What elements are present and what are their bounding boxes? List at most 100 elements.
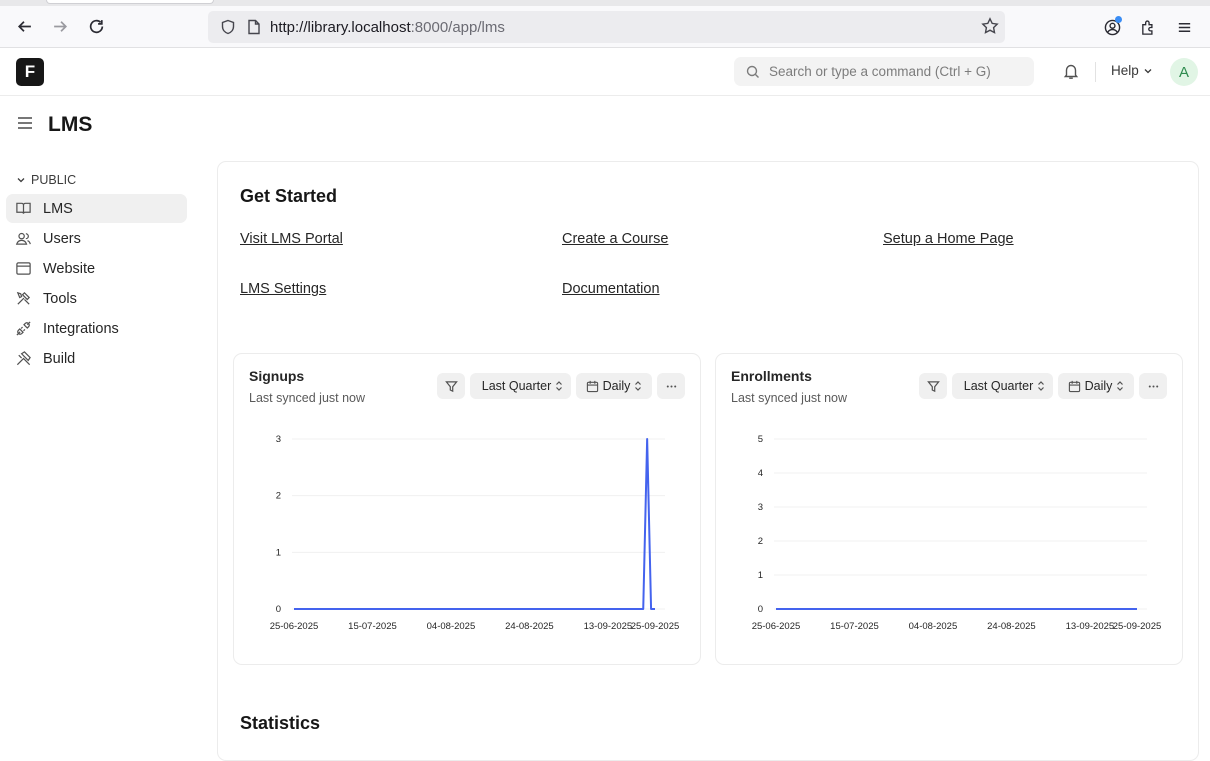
sidebar-item-integrations[interactable]: Integrations (6, 314, 187, 343)
filter-icon (926, 380, 940, 392)
chevron-updown-icon (1038, 381, 1045, 391)
sidebar-item-label: Build (43, 350, 76, 367)
sidebar-item-users[interactable]: Users (6, 224, 187, 253)
page-title: LMS (48, 113, 93, 136)
x-tick-label: 15-07-2025 (830, 621, 879, 632)
chart-title: Enrollments (731, 368, 812, 384)
tools-icon (16, 291, 31, 305)
documentation-link[interactable]: Documentation (562, 281, 660, 297)
interval-select[interactable]: Daily (576, 373, 652, 399)
sidebar-item-website[interactable]: Website (6, 254, 187, 283)
more-horizontal-icon (666, 384, 676, 388)
page-icon[interactable] (244, 17, 264, 37)
filter-button[interactable] (437, 373, 465, 399)
y-tick-label: 3 (758, 502, 763, 513)
x-tick-label: 25-06-2025 (752, 621, 801, 632)
more-options-button[interactable] (1139, 373, 1167, 399)
hammer-icon (16, 351, 31, 366)
x-tick-label: 15-07-2025 (348, 621, 397, 632)
y-tick-label: 4 (758, 468, 763, 479)
navbar-divider (1095, 62, 1096, 82)
filter-icon (444, 380, 458, 392)
range-select[interactable]: Last Quarter (470, 373, 571, 399)
url-path: :8000/app/lms (410, 18, 505, 36)
enrollments-line-chart: 0 1 2 3 4 5 25-06-2025 15-07-2025 04-08-2025 24-0… (752, 434, 1162, 632)
interval-select[interactable]: Daily (1058, 373, 1134, 399)
notification-dot (1115, 16, 1122, 23)
chevron-updown-icon (556, 381, 563, 391)
create-course-link[interactable]: Create a Course (562, 231, 668, 247)
x-tick-label: 25-09-2025 (1113, 621, 1162, 632)
series-line (294, 438, 655, 610)
user-avatar[interactable]: A (1170, 58, 1198, 86)
y-tick-label: 0 (276, 604, 281, 615)
sidebar-section-public[interactable]: PUBLIC (6, 170, 187, 190)
interval-select-label: Daily (602, 379, 631, 393)
more-options-button[interactable] (657, 373, 685, 399)
calendar-icon (1068, 380, 1080, 392)
x-tick-label: 04-08-2025 (909, 621, 958, 632)
search-placeholder: Search or type a command (Ctrl + G) (769, 64, 991, 79)
sidebar-item-build[interactable]: Build (6, 344, 187, 373)
sidebar-item-label: Website (43, 260, 96, 277)
address-bar[interactable]: http://library.localhost:8000/app/lms (208, 11, 1005, 43)
lms-settings-link[interactable]: LMS Settings (240, 281, 326, 297)
sidebar-item-lms[interactable]: LMS (6, 194, 187, 223)
chart-subtitle: Last synced just now (249, 391, 366, 405)
chart-title: Signups (249, 368, 305, 384)
browser-icon (16, 262, 31, 275)
chart-subtitle: Last synced just now (731, 391, 848, 405)
setup-home-page-link[interactable]: Setup a Home Page (883, 231, 1014, 247)
signups-chart-card: Signups Last synced just now Last Quarte… (233, 353, 701, 665)
more-horizontal-icon (1148, 384, 1158, 388)
search-bar[interactable]: Search or type a command (Ctrl + G) (734, 57, 1034, 86)
x-tick-label: 04-08-2025 (427, 621, 476, 632)
back-icon[interactable] (6, 11, 42, 43)
y-tick-label: 0 (758, 604, 763, 615)
calendar-icon (586, 380, 598, 392)
x-tick-label: 24-08-2025 (505, 621, 554, 632)
y-tick-label: 5 (758, 434, 763, 445)
signups-line-chart: 0 1 2 3 25-06-2025 15-07-2025 04-08-2025 24-08-… (270, 434, 680, 632)
visit-lms-portal-link[interactable]: Visit LMS Portal (240, 231, 343, 247)
browser-toolbar: http://library.localhost:8000/app/lms (0, 6, 1210, 48)
interval-select-label: Daily (1084, 379, 1113, 393)
app-logo[interactable]: F (16, 58, 44, 86)
forward-icon[interactable] (42, 11, 78, 43)
help-dropdown[interactable]: Help (1111, 63, 1153, 78)
reload-icon[interactable] (78, 11, 114, 43)
notification-bell-icon[interactable] (1062, 62, 1080, 85)
sidebar-toggle-icon[interactable] (16, 114, 34, 137)
url-text: http://library.localhost:8000/app/lms (270, 19, 505, 36)
filter-button[interactable] (919, 373, 947, 399)
sidebar-item-label: Users (43, 230, 81, 247)
users-icon (15, 232, 31, 245)
extensions-icon[interactable] (1130, 11, 1166, 43)
enrollments-chart-card: Enrollments Last synced just now Last Qu… (715, 353, 1183, 665)
get-started-title: Get Started (240, 186, 338, 206)
sidebar-item-label: LMS (43, 200, 73, 217)
x-tick-label: 25-09-2025 (631, 621, 680, 632)
url-host: http://library.localhost (270, 18, 411, 36)
y-tick-label: 2 (758, 536, 763, 547)
x-tick-label: 25-06-2025 (270, 621, 319, 632)
bookmark-star-icon[interactable] (981, 17, 999, 40)
sidebar: PUBLIC LMS Users Website Tools Integrati… (6, 170, 187, 373)
chevron-down-icon (17, 178, 25, 183)
chevron-updown-icon (1117, 381, 1124, 391)
menu-icon[interactable] (1166, 11, 1202, 43)
browser-tab[interactable] (46, 0, 214, 4)
chevron-updown-icon (635, 381, 642, 391)
statistics-title: Statistics (240, 713, 321, 733)
sidebar-item-label: Integrations (43, 320, 119, 337)
book-icon (16, 202, 31, 214)
range-select[interactable]: Last Quarter (952, 373, 1053, 399)
plug-icon (16, 321, 31, 336)
y-tick-label: 2 (276, 491, 281, 502)
shield-icon[interactable] (218, 17, 238, 37)
sidebar-item-tools[interactable]: Tools (6, 284, 187, 313)
browser-right-tools (1094, 11, 1202, 43)
sidebar-item-label: Tools (43, 290, 77, 307)
chevron-down-icon (1144, 68, 1152, 73)
account-icon[interactable] (1094, 11, 1130, 43)
